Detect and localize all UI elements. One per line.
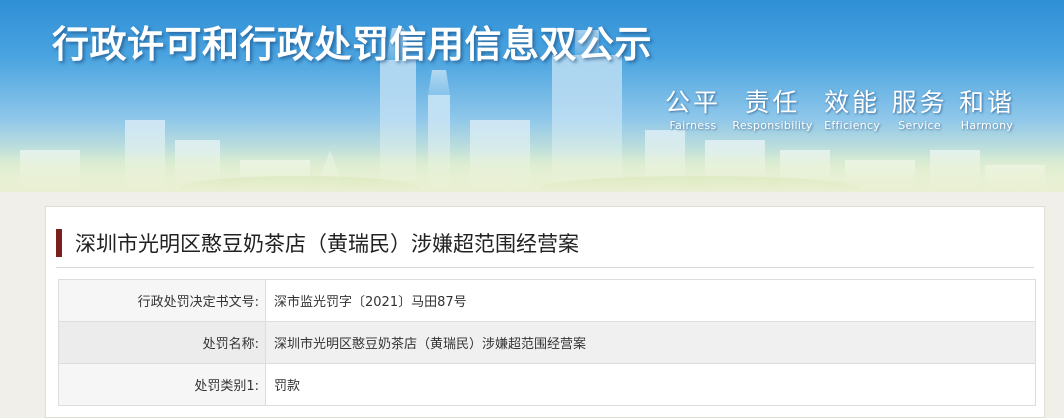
- slogan-cn: 效能: [824, 88, 881, 117]
- field-label: 行政处罚决定书文号:: [58, 279, 266, 322]
- case-info-table: 行政处罚决定书文号: 深市监光罚字〔2021〕马田87号 处罚名称: 深圳市光明…: [58, 279, 1036, 406]
- slogan-en: Service: [898, 119, 941, 132]
- slogan-cn: 服务: [891, 88, 948, 117]
- slogan-en: Fairness: [669, 119, 717, 132]
- slogan-responsibility: 责任 Responsibility: [732, 88, 812, 133]
- slogan-efficiency: 效能 Efficiency: [824, 88, 880, 133]
- title-accent-bar: [56, 229, 62, 257]
- table-row: 处罚类别1: 罚款: [58, 363, 1036, 406]
- title-divider: [56, 267, 1034, 268]
- case-detail-panel: 深圳市光明区憨豆奶茶店（黄瑞民）涉嫌超范围经营案 行政处罚决定书文号: 深市监光…: [45, 206, 1045, 418]
- slogan-cn: 责任: [744, 88, 801, 117]
- slogan-en: Efficiency: [824, 119, 881, 132]
- slogan-service: 服务 Service: [892, 88, 948, 133]
- slogan-row: 公平 Fairness 责任 Responsibility 效能 Efficie…: [665, 88, 1015, 133]
- case-title: 深圳市光明区憨豆奶茶店（黄瑞民）涉嫌超范围经营案: [75, 232, 579, 256]
- slogan-en: Responsibility: [732, 119, 813, 132]
- header-banner: 行政许可和行政处罚信用信息双公示 公平 Fairness 责任 Responsi…: [0, 0, 1064, 192]
- case-title-row: 深圳市光明区憨豆奶茶店（黄瑞民）涉嫌超范围经营案: [56, 229, 579, 257]
- slogan-fairness: 公平 Fairness: [665, 88, 721, 133]
- field-label: 处罚名称:: [58, 321, 266, 364]
- field-value: 深圳市光明区憨豆奶茶店（黄瑞民）涉嫌超范围经营案: [265, 321, 1036, 364]
- banner-title: 行政许可和行政处罚信用信息双公示: [52, 23, 652, 66]
- field-value: 罚款: [265, 363, 1036, 406]
- field-label: 处罚类别1:: [58, 363, 266, 406]
- table-row: 处罚名称: 深圳市光明区憨豆奶茶店（黄瑞民）涉嫌超范围经营案: [58, 321, 1036, 364]
- slogan-cn: 公平: [665, 88, 722, 117]
- slogan-harmony: 和谐 Harmony: [959, 88, 1015, 133]
- slogan-en: Harmony: [960, 119, 1014, 132]
- table-row: 行政处罚决定书文号: 深市监光罚字〔2021〕马田87号: [58, 279, 1036, 322]
- slogan-cn: 和谐: [958, 88, 1015, 117]
- field-value: 深市监光罚字〔2021〕马田87号: [265, 279, 1036, 322]
